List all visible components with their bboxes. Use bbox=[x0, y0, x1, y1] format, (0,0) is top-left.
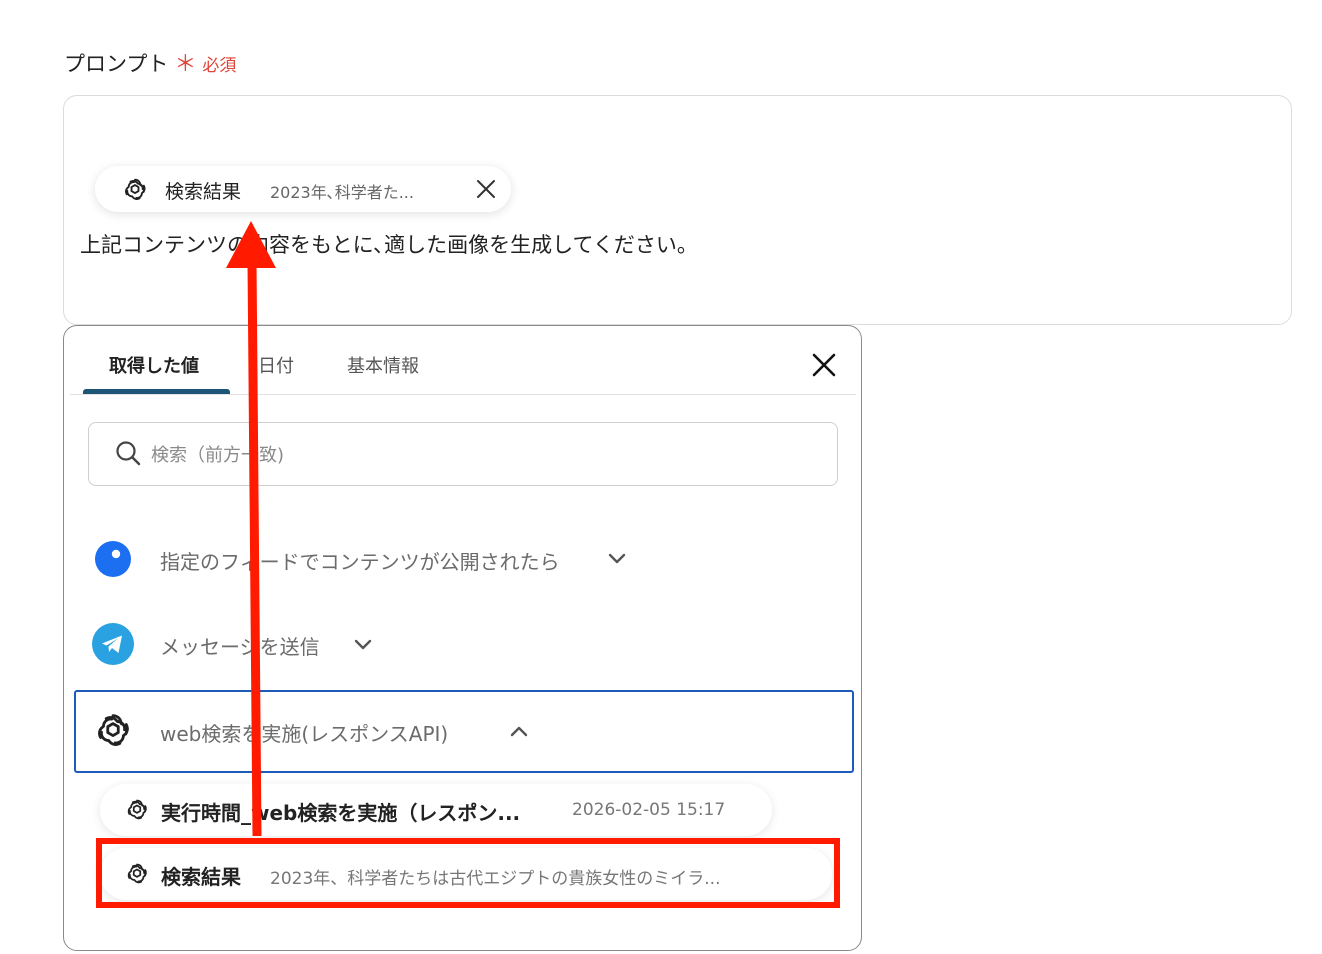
section-send-message[interactable]: メッセージを送信 bbox=[74, 614, 850, 674]
chip-value: 2023年､科学者た... bbox=[270, 183, 414, 202]
section-title: メッセージを送信 bbox=[160, 635, 320, 659]
prompt-variable-chip[interactable]: 検索結果 2023年､科学者た... bbox=[95, 166, 511, 212]
value-item-title: 検索結果 bbox=[161, 865, 241, 889]
telegram-icon bbox=[92, 623, 134, 665]
openai-icon bbox=[127, 863, 147, 884]
prompt-field-label-row: プロンプト ＊ 必須 bbox=[64, 46, 236, 78]
openai-icon bbox=[125, 178, 146, 200]
close-icon[interactable] bbox=[810, 351, 838, 379]
search-field[interactable] bbox=[88, 422, 838, 486]
tab-basic-info[interactable]: 基本情報 bbox=[347, 352, 419, 378]
chip-title: 検索結果 bbox=[165, 181, 242, 203]
required-mark: ＊ bbox=[174, 52, 197, 77]
close-icon[interactable] bbox=[475, 178, 497, 200]
feed-icon bbox=[95, 541, 131, 577]
section-web-search[interactable]: web検索を実施(レスポンスAPI) bbox=[74, 690, 854, 773]
value-item-execution-time[interactable]: 実行時間_web検索を実施（レスポン... 2026-02-05 15:17 bbox=[100, 784, 772, 836]
value-item-search-result[interactable]: 検索結果 2023年、科学者たちは古代エジプトの貴族女性のミイラ... bbox=[100, 848, 832, 900]
section-title: 指定のフィードでコンテンツが公開されたら bbox=[160, 550, 560, 574]
tab-acquired-values[interactable]: 取得した値 bbox=[109, 352, 199, 378]
chevron-down-icon[interactable] bbox=[354, 638, 372, 652]
chevron-down-icon[interactable] bbox=[608, 552, 626, 566]
value-item-value: 2023年、科学者たちは古代エジプトの貴族女性のミイラ... bbox=[270, 869, 721, 889]
section-feed-published[interactable]: 指定のフィードでコンテンツが公開されたら bbox=[74, 530, 850, 588]
search-input[interactable] bbox=[149, 439, 813, 471]
openai-icon bbox=[127, 799, 147, 820]
tab-divider bbox=[70, 394, 856, 395]
value-item-title: 実行時間_web検索を実施（レスポン... bbox=[161, 801, 521, 825]
value-item-value: 2026-02-05 15:17 bbox=[572, 800, 726, 820]
required-text: 必須 bbox=[202, 56, 237, 76]
prompt-text[interactable]: 上記コンテンツの内容をもとに､適した画像を生成してください。 bbox=[80, 229, 698, 259]
openai-icon bbox=[98, 714, 129, 746]
section-title: web検索を実施(レスポンスAPI) bbox=[160, 722, 449, 746]
field-label: プロンプト bbox=[64, 52, 169, 76]
tab-date[interactable]: 日付 bbox=[258, 352, 294, 378]
search-icon bbox=[116, 441, 141, 466]
chevron-up-icon[interactable] bbox=[510, 724, 528, 738]
